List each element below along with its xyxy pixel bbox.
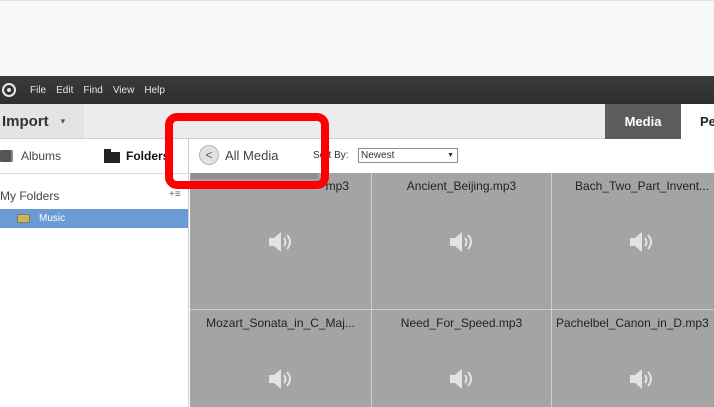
folder-icon	[104, 148, 120, 163]
tile-filename: Ancient_Beijing.mp3	[406, 179, 517, 193]
sort-select[interactable]: Newest ▼	[358, 148, 458, 163]
audio-speaker-icon	[268, 232, 291, 252]
sidebar-item-music[interactable]: Music	[0, 209, 188, 228]
image-folder-icon	[17, 214, 30, 223]
audio-speaker-icon	[630, 369, 652, 389]
audio-speaker-icon	[630, 232, 652, 252]
media-tile[interactable]: Ancient_Beijing.mp3	[372, 173, 551, 309]
audio-speaker-icon	[449, 232, 472, 252]
top-blank-area	[0, 0, 714, 76]
tab-people[interactable]: Pe	[681, 104, 714, 139]
tile-filename: Need_For_Speed.mp3	[400, 316, 523, 330]
dropdown-arrow-icon: ▼	[447, 152, 454, 159]
tile-filename: Mozart_Sonata_in_C_Maj...	[206, 316, 355, 330]
tab-folders[interactable]: Folders	[104, 139, 169, 173]
audio-speaker-icon	[449, 369, 472, 389]
menu-find[interactable]: Find	[83, 85, 102, 96]
app-logo-icon	[2, 83, 16, 97]
folder-options-icon[interactable]: +≡	[169, 189, 181, 200]
audio-speaker-icon	[268, 369, 291, 389]
tile-filename: Pachelbel_Canon_in_D.mp3	[556, 316, 709, 330]
media-tile[interactable]: Mozart_Sonata_in_C_Maj...	[190, 310, 371, 407]
import-label: Import	[2, 113, 49, 130]
sidebar-tabs: Albums Folders	[0, 139, 188, 174]
chevron-down-icon: ▾	[60, 116, 66, 126]
menu-file[interactable]: File	[30, 85, 46, 96]
sort-value: Newest	[361, 150, 395, 161]
albums-label: Albums	[21, 149, 62, 163]
media-grid: mp3 Ancient_Beijing.mp3 Bach_Two_Part_In…	[190, 173, 714, 407]
media-tile[interactable]: mp3	[190, 173, 371, 309]
menu-view[interactable]: View	[113, 85, 135, 96]
media-tile[interactable]: Need_For_Speed.mp3	[372, 310, 551, 407]
my-folders-heading: My Folders	[0, 189, 60, 203]
tab-albums[interactable]: Albums	[0, 139, 61, 173]
albums-icon	[0, 150, 11, 162]
menu-help[interactable]: Help	[144, 85, 165, 96]
menu-edit[interactable]: Edit	[56, 85, 73, 96]
import-button[interactable]: Import ▾	[2, 104, 84, 139]
media-tile[interactable]: Bach_Two_Part_Invent...	[552, 173, 714, 309]
sidebar: Albums Folders My Folders +≡ Music	[0, 139, 189, 407]
sidebar-item-label: Music	[39, 213, 66, 224]
tile-filename: Bach_Two_Part_Invent...	[574, 179, 710, 193]
media-tile[interactable]: Pachelbel_Canon_in_D.mp3	[552, 310, 714, 407]
menu-bar: File Edit Find View Help	[0, 76, 714, 104]
folders-label: Folders	[126, 149, 170, 163]
tab-media[interactable]: Media	[605, 104, 681, 139]
highlight-annotation-box	[165, 113, 329, 189]
